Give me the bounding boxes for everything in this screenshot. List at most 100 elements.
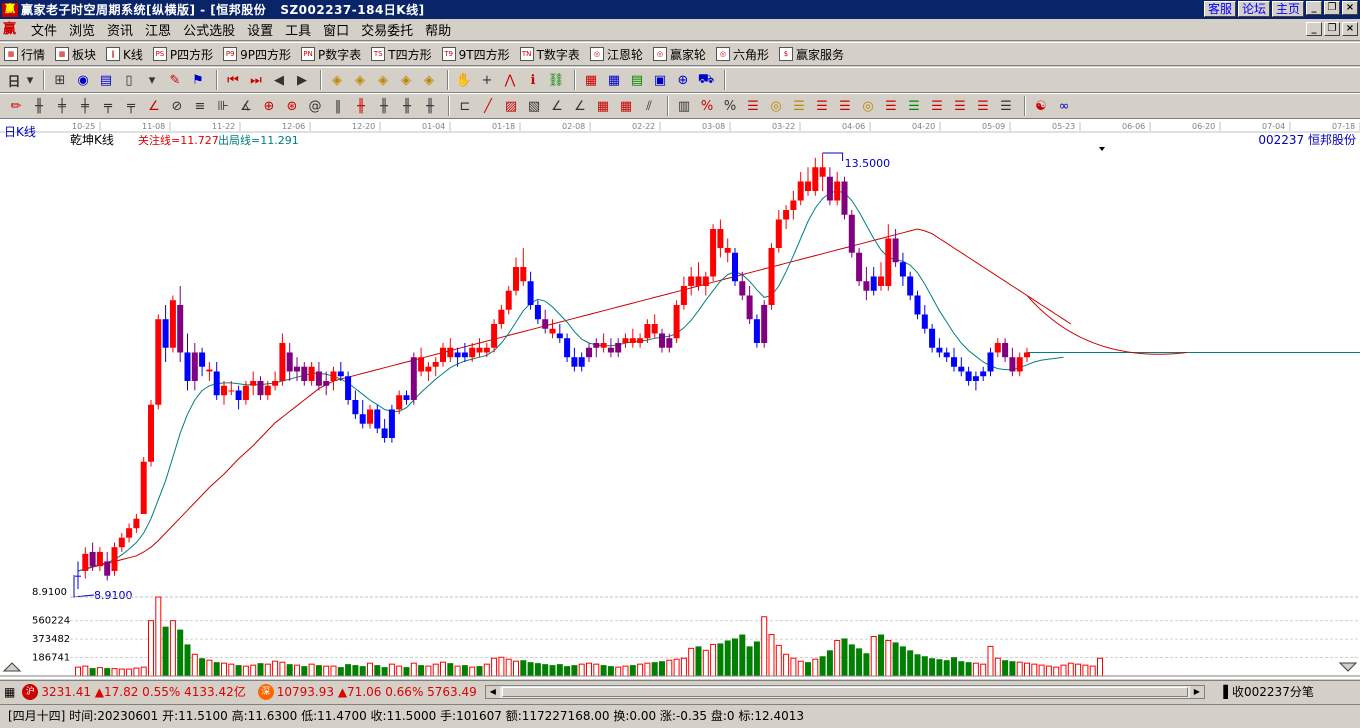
box3-icon[interactable]: ▧ <box>524 96 544 116</box>
chart-svg[interactable]: 10-25 11-08 11-22 12-06 12-20 01-04 01-18 02-08… <box>0 119 1360 679</box>
lvl6-icon[interactable]: ☰ <box>904 96 924 116</box>
child-close-button[interactable]: × <box>1342 22 1358 36</box>
bars2-icon[interactable]: ╪ <box>52 96 72 116</box>
minimize-button[interactable]: _ <box>1306 1 1322 15</box>
status-grid-icon[interactable]: ▦ <box>4 685 15 699</box>
menu-help[interactable]: 帮助 <box>419 20 457 39</box>
grid3-icon[interactable]: ▦ <box>616 96 636 116</box>
toolbar-kline-button[interactable]: ‖ K线 <box>106 46 143 63</box>
calendar-icon[interactable]: ▦ <box>581 70 601 90</box>
scroll-left-arrow[interactable]: ◀ <box>485 685 500 698</box>
toolbar-pn-button[interactable]: PN P数字表 <box>301 46 361 63</box>
pct1-icon[interactable]: % <box>697 96 717 116</box>
notes-icon[interactable]: ▤ <box>627 70 647 90</box>
kline-chart[interactable]: 10-25 11-08 11-22 12-06 12-20 01-04 01-18 02-08… <box>0 119 1360 679</box>
line1-icon[interactable]: ╱ <box>478 96 498 116</box>
menu-file[interactable]: 文件 <box>25 20 63 39</box>
homepage-link[interactable]: 主页 <box>1271 1 1304 17</box>
toolbar-hexagon-button[interactable]: ◎ 六角形 <box>715 46 769 63</box>
coin2-icon[interactable]: ◎ <box>858 96 878 116</box>
fan3-icon[interactable]: ∠ <box>570 96 590 116</box>
right-icon[interactable]: ▶ <box>292 70 312 90</box>
lines2-icon[interactable]: ⊪ <box>213 96 233 116</box>
toolbar-tn-button[interactable]: TN T数字表 <box>519 46 580 63</box>
save-icon[interactable]: ▣ <box>650 70 670 90</box>
scroll-thumb[interactable] <box>501 686 1188 697</box>
zoom-icon[interactable]: ⊞ <box>50 70 70 90</box>
scroll-right-arrow[interactable]: ▶ <box>1189 685 1204 698</box>
diamond2-icon[interactable]: ◈ <box>350 70 370 90</box>
bar-icon[interactable]: ▯ <box>119 70 139 90</box>
fan-icon[interactable]: ⊘ <box>167 96 187 116</box>
toolbar-gann-wheel-button[interactable]: ◎ 江恩轮 <box>589 46 643 63</box>
pan-icon[interactable]: ✋ <box>454 70 474 90</box>
period-select[interactable]: 日 <box>6 70 22 90</box>
menu-formula[interactable]: 公式选股 <box>177 20 241 39</box>
left-icon[interactable]: ◀ <box>269 70 289 90</box>
lvl4-icon[interactable]: ☰ <box>835 96 855 116</box>
fan2-icon[interactable]: ∠ <box>547 96 567 116</box>
lvl1-icon[interactable]: ☰ <box>743 96 763 116</box>
last-icon[interactable]: ⏭ <box>246 70 266 90</box>
lvl10-icon[interactable]: ☰ <box>996 96 1016 116</box>
menu-gann[interactable]: 江恩 <box>139 20 177 39</box>
diamond4-icon[interactable]: ◈ <box>396 70 416 90</box>
menu-browse[interactable]: 浏览 <box>63 20 101 39</box>
share-icon[interactable]: ⊕ <box>673 70 693 90</box>
crosshair-icon[interactable]: + <box>477 70 497 90</box>
infinity-icon[interactable]: ∞ <box>1054 96 1074 116</box>
menu-trade[interactable]: 交易委托 <box>355 20 419 39</box>
cycle-icon[interactable]: ◉ <box>73 70 93 90</box>
toolbar-p9-button[interactable]: P9 9P四方形 <box>223 46 291 63</box>
diamond1-icon[interactable]: ◈ <box>327 70 347 90</box>
menu-settings[interactable]: 设置 <box>241 20 279 39</box>
toolbar-blocks-button[interactable]: ▦ 板块 <box>55 46 96 63</box>
hand-draw-icon[interactable]: ✎ <box>165 70 185 90</box>
child-minimize-button[interactable]: _ <box>1306 22 1322 36</box>
toolbar-grid-button[interactable]: ▦ 行情 <box>4 46 45 63</box>
first-icon[interactable]: ⏮ <box>223 70 243 90</box>
child-restore-button[interactable]: ❐ <box>1324 22 1340 36</box>
grid2-icon[interactable]: ▦ <box>593 96 613 116</box>
trend-icon[interactable]: ⋀ <box>500 70 520 90</box>
dropdown-icon[interactable]: ▾ <box>142 70 162 90</box>
cross-icon[interactable]: ⊕ <box>259 96 279 116</box>
flag-icon[interactable]: ⚑ <box>188 70 208 90</box>
period-dropdown-icon[interactable]: ▾ <box>25 70 35 90</box>
slash-icon[interactable]: ⫽ <box>639 96 659 116</box>
menu-news[interactable]: 资讯 <box>101 20 139 39</box>
lvl3-icon[interactable]: ☰ <box>812 96 832 116</box>
toolbar-ps-button[interactable]: PS P四方形 <box>152 46 213 63</box>
bars4-icon[interactable]: ╤ <box>98 96 118 116</box>
yinyang-icon[interactable]: ☯ <box>1031 96 1051 116</box>
lvl7-icon[interactable]: ☰ <box>927 96 947 116</box>
diamond3-icon[interactable]: ◈ <box>373 70 393 90</box>
tick-label[interactable]: 收002237分笔 <box>1232 683 1314 700</box>
coin1-icon[interactable]: ◎ <box>766 96 786 116</box>
link-icon[interactable]: ⛓ <box>546 70 566 90</box>
bars8-icon[interactable]: ╫ <box>374 96 394 116</box>
bars5-icon[interactable]: ╤ <box>121 96 141 116</box>
toolbar-ts-button[interactable]: TS T四方形 <box>371 46 432 63</box>
bars3-icon[interactable]: ╪ <box>75 96 95 116</box>
menu-logo-icon[interactable]: 赢 <box>3 22 21 38</box>
bars9-icon[interactable]: ╫ <box>397 96 417 116</box>
spiral-icon[interactable]: @ <box>305 96 325 116</box>
bars7-icon[interactable]: ╫ <box>351 96 371 116</box>
truck-icon[interactable]: ⛟ <box>696 70 716 90</box>
lvl8-icon[interactable]: ☰ <box>950 96 970 116</box>
scale-icon[interactable]: ▤ <box>96 70 116 90</box>
angle-icon[interactable]: ∠ <box>144 96 164 116</box>
bars1-icon[interactable]: ╫ <box>29 96 49 116</box>
bars6-icon[interactable]: ‖ <box>328 96 348 116</box>
close-button[interactable]: × <box>1342 1 1358 15</box>
lvl2-icon[interactable]: ☰ <box>789 96 809 116</box>
diamond5-icon[interactable]: ◈ <box>419 70 439 90</box>
horizontal-scrollbar[interactable]: ◀ ▶ <box>484 684 1205 699</box>
pct2-icon[interactable]: % <box>720 96 740 116</box>
customer-service-link[interactable]: 客服 <box>1203 1 1236 17</box>
forum-link[interactable]: 论坛 <box>1237 1 1270 17</box>
menu-tools[interactable]: 工具 <box>279 20 317 39</box>
target-icon[interactable]: ⊛ <box>282 96 302 116</box>
cols-icon[interactable]: ▥ <box>674 96 694 116</box>
